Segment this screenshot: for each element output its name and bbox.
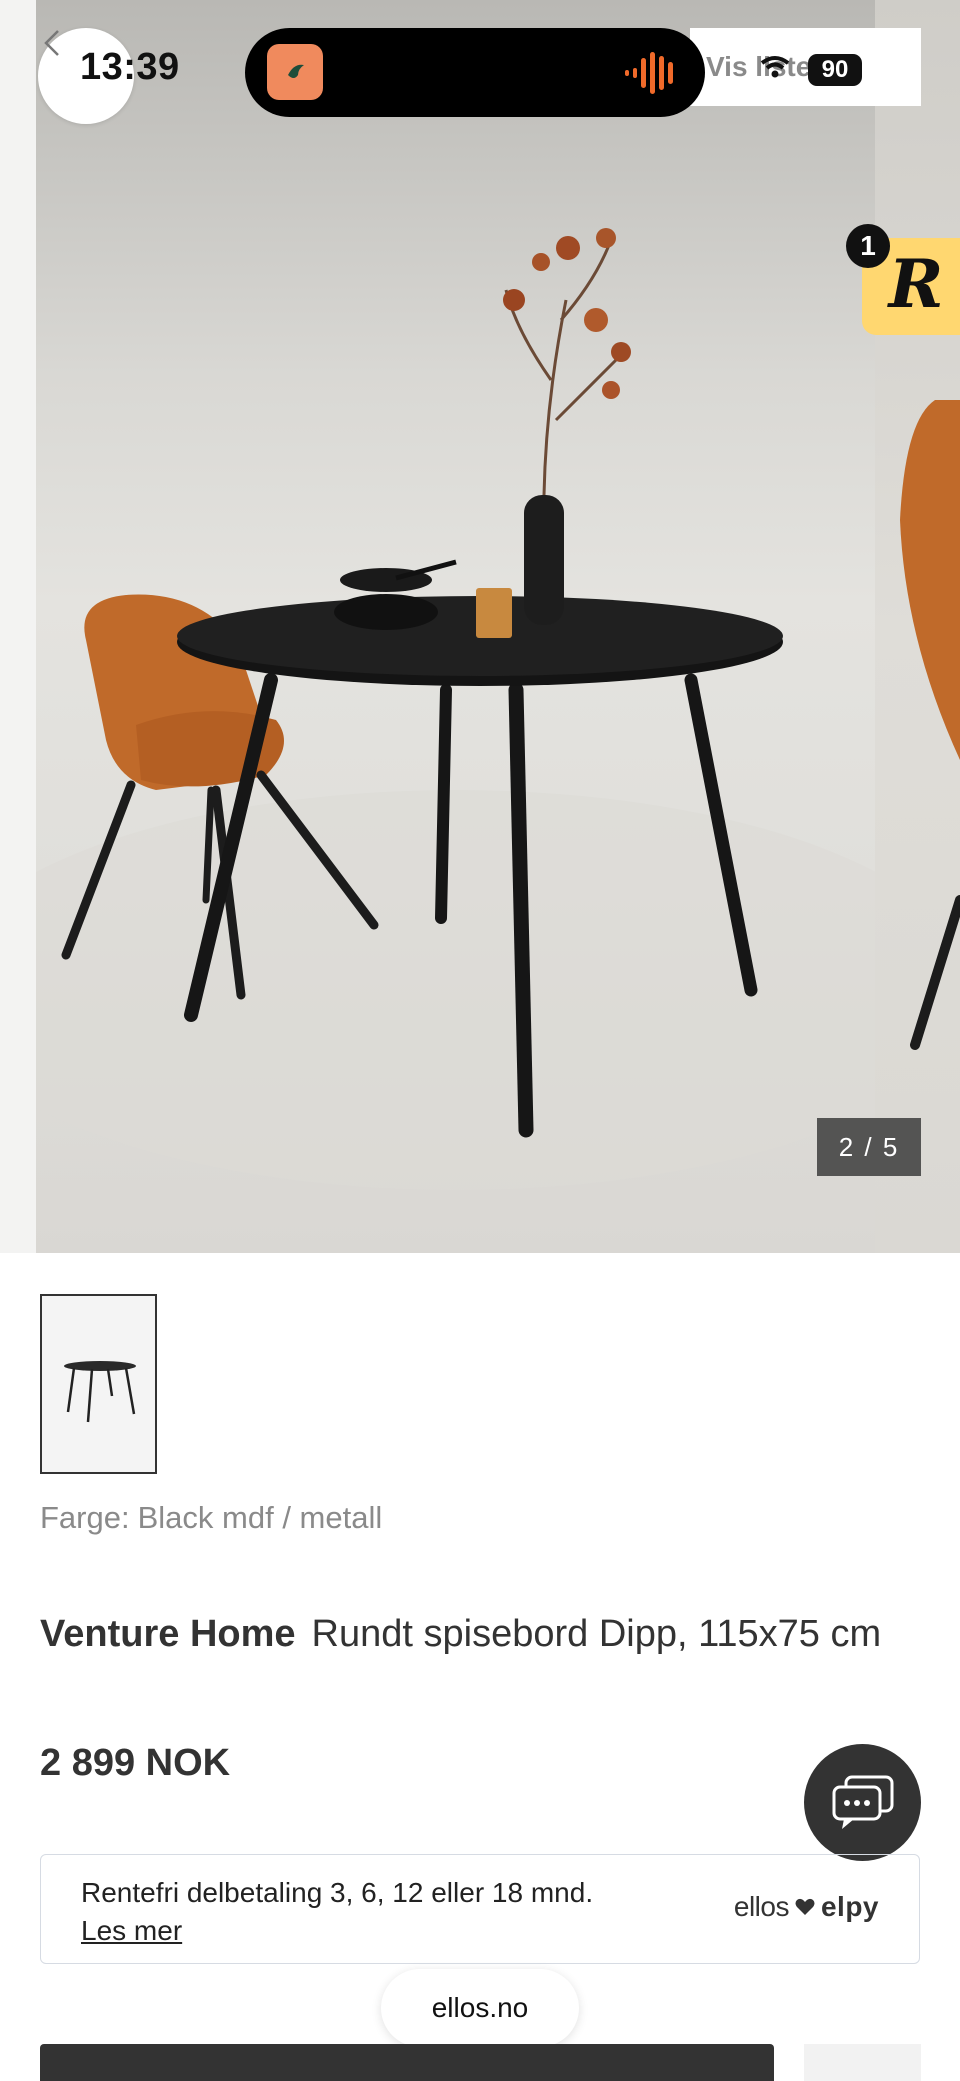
product-image[interactable] (36, 0, 875, 1253)
product-thumbnail[interactable] (40, 1294, 157, 1474)
installment-text: Rentefri delbetaling 3, 6, 12 eller 18 m… (81, 1877, 594, 1908)
chat-bubble-icon (832, 1775, 893, 1829)
product-title: Venture Home Rundt spisebord Dipp, 115x75… (40, 1604, 920, 1664)
next-image-chair-peek (900, 400, 960, 1050)
installment-banner[interactable]: Rentefri delbetaling 3, 6, 12 eller 18 m… (40, 1854, 920, 1964)
color-selection: Farge: Black mdf / metall (40, 1500, 382, 1536)
chat-button[interactable] (804, 1744, 921, 1861)
dynamic-island[interactable] (245, 28, 705, 117)
dining-table-photo (36, 228, 875, 1190)
wifi-icon (760, 56, 790, 78)
les-mer-link[interactable]: Les mer (81, 1915, 182, 1947)
ellos-elpy-logo: ellos elpy (734, 1891, 879, 1923)
browser-url-pill[interactable]: ellos.no (381, 1969, 579, 2047)
color-value: Black mdf / metall (137, 1500, 383, 1535)
favorite-button[interactable] (804, 2044, 921, 2081)
image-counter: 2 / 5 (817, 1118, 921, 1176)
status-time: 13:39 (80, 46, 180, 88)
table-thumbnail-image (64, 1361, 136, 1423)
product-image-gallery[interactable]: 2 / 5 Vis liste R 1 (0, 0, 960, 1253)
product-brand[interactable]: Venture Home (40, 1613, 296, 1655)
add-to-cart-button[interactable] (40, 2044, 774, 2081)
r-logo-icon: R (888, 244, 944, 323)
vis-liste-button[interactable]: Vis liste (690, 28, 921, 106)
next-product-image[interactable] (875, 0, 960, 1253)
heart-icon (795, 1898, 815, 1915)
product-name: Rundt spisebord Dipp, 115x75 cm (311, 1613, 882, 1655)
chevron-left-icon (44, 30, 59, 56)
product-price: 2 899 NOK (40, 1742, 231, 1784)
elpy-logo-text: elpy (820, 1891, 879, 1922)
island-app-icon (267, 44, 323, 100)
color-label: Farge: (40, 1500, 130, 1535)
audio-waveform-icon (625, 52, 673, 94)
badge-count: 1 (846, 224, 890, 268)
battery-indicator: 90 (808, 54, 862, 86)
bird-icon (288, 64, 304, 78)
ellos-logo-text: ellos (733, 1891, 790, 1922)
